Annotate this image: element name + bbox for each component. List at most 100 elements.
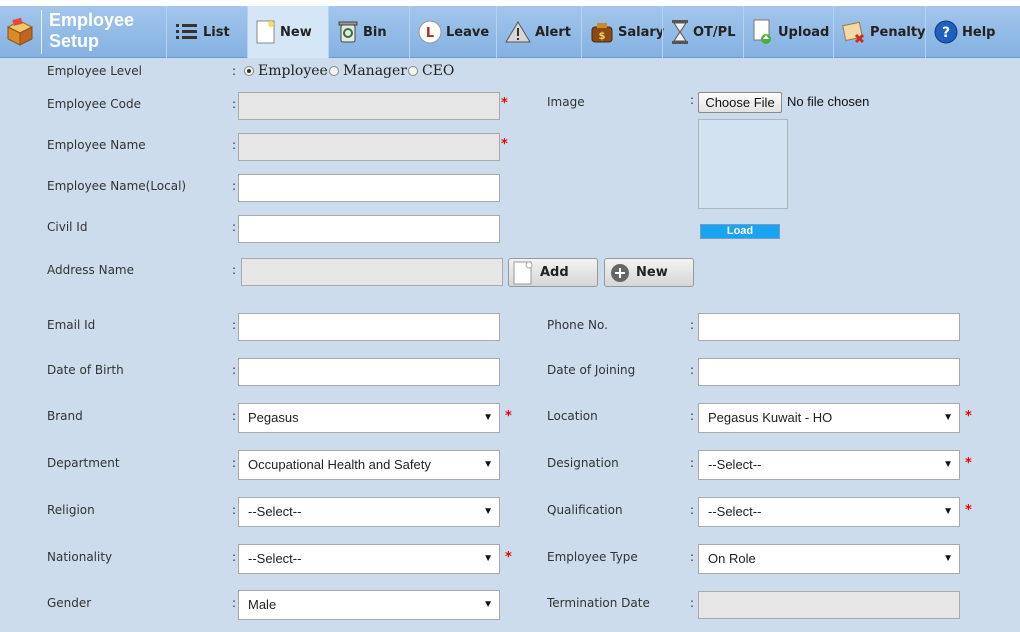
svg-text:L: L — [426, 26, 434, 41]
level-ceo-radio[interactable]: CEO — [408, 63, 454, 79]
qualification-select[interactable]: --Select-- ▼ — [698, 497, 960, 527]
required-marker: * — [505, 409, 512, 424]
money-bag-icon: $ — [591, 23, 613, 43]
civil-id-field[interactable] — [238, 215, 500, 243]
nationality-value: --Select-- — [248, 551, 302, 566]
chevron-down-icon: ▼ — [483, 412, 493, 423]
colon: : — [232, 550, 237, 564]
required-marker: * — [965, 456, 972, 471]
toolbar-salary-label: Salary — [618, 24, 665, 40]
add-button-label: Add — [540, 265, 569, 280]
location-select[interactable]: Pegasus Kuwait - HO ▼ — [698, 403, 960, 433]
toolbar-upload-button[interactable]: Upload — [743, 6, 833, 58]
toolbar-salary-button[interactable]: $ Salary — [581, 6, 665, 58]
gender-select[interactable]: Male ▼ — [238, 590, 500, 620]
app-title: Employee Setup — [41, 10, 166, 54]
colon: : — [690, 550, 695, 564]
designation-label: Designation — [547, 456, 619, 470]
employee-name-local-field[interactable] — [238, 174, 500, 202]
date-of-birth-field[interactable] — [238, 358, 500, 386]
brand-select[interactable]: Pegasus ▼ — [238, 403, 500, 433]
toolbar-alert-button[interactable]: Alert — [496, 6, 581, 58]
level-manager-radio[interactable]: Manager — [329, 63, 407, 79]
toolbar-list-label: List — [203, 24, 230, 40]
new-button-label: New — [636, 265, 668, 280]
designation-select[interactable]: --Select-- ▼ — [698, 450, 960, 480]
colon: : — [232, 138, 237, 152]
department-label: Department — [47, 456, 120, 470]
colon: : — [232, 363, 237, 377]
hourglass-icon — [672, 20, 688, 44]
toolbar-leave-button[interactable]: L Leave — [409, 6, 496, 58]
toolbar-upload-label: Upload — [778, 24, 830, 40]
colon: : — [232, 503, 237, 517]
choose-file-button[interactable]: Choose File — [698, 92, 782, 113]
chevron-down-icon: ▼ — [943, 553, 953, 564]
department-select[interactable]: Occupational Health and Safety ▼ — [238, 450, 500, 480]
add-address-button[interactable]: Add — [508, 258, 598, 287]
department-value: Occupational Health and Safety — [248, 457, 431, 472]
colon: : — [690, 93, 695, 107]
required-marker: * — [965, 409, 972, 424]
file-status-text: No file chosen — [787, 94, 870, 109]
termination-date-label: Termination Date — [547, 596, 650, 610]
colon: : — [232, 596, 237, 610]
image-label: Image — [547, 95, 585, 109]
leave-icon: L — [418, 20, 442, 44]
colon: : — [232, 64, 237, 78]
package-icon — [6, 17, 34, 46]
employee-type-select[interactable]: On Role ▼ — [698, 544, 960, 574]
toolbar-help-button[interactable]: ? Help — [925, 6, 1003, 58]
load-button[interactable]: Load — [700, 224, 780, 239]
gender-label: Gender — [47, 596, 92, 610]
colon: : — [232, 179, 237, 193]
date-of-joining-field[interactable] — [698, 358, 960, 386]
colon: : — [690, 596, 695, 610]
recycle-bin-icon — [338, 21, 358, 43]
termination-date-field[interactable] — [698, 591, 960, 619]
employee-code-label: Employee Code — [47, 97, 141, 111]
religion-select[interactable]: --Select-- ▼ — [238, 497, 500, 527]
image-preview — [698, 119, 788, 209]
colon: : — [232, 97, 237, 111]
required-marker: * — [965, 503, 972, 518]
employee-code-field[interactable] — [238, 92, 500, 120]
new-address-button[interactable]: New — [604, 258, 694, 287]
toolbar-list-button[interactable]: List — [166, 6, 247, 58]
chevron-down-icon: ▼ — [483, 459, 493, 470]
toolbar-new-button[interactable]: New — [247, 6, 328, 58]
employee-name-field[interactable] — [238, 133, 500, 161]
toolbar-otpl-button[interactable]: OT/PL — [662, 6, 743, 58]
colon: : — [232, 456, 237, 470]
colon: : — [690, 456, 695, 470]
chevron-down-icon: ▼ — [483, 506, 493, 517]
civil-id-label: Civil Id — [47, 220, 88, 234]
colon: : — [232, 318, 237, 332]
chevron-down-icon: ▼ — [483, 553, 493, 564]
new-document-icon — [513, 261, 533, 284]
chevron-down-icon: ▼ — [943, 459, 953, 470]
colon: : — [232, 220, 237, 234]
radio-unselected-icon — [329, 66, 339, 76]
address-name-field[interactable] — [241, 258, 503, 286]
email-id-field[interactable] — [238, 313, 500, 341]
toolbar-bin-label: Bin — [363, 24, 387, 40]
phone-no-field[interactable] — [698, 313, 960, 341]
level-manager-label: Manager — [343, 63, 407, 79]
brand-label: Brand — [47, 409, 83, 423]
toolbar-penalty-button[interactable]: Penalty — [833, 6, 926, 58]
required-marker: * — [505, 550, 512, 565]
date-of-joining-label: Date of Joining — [547, 363, 636, 377]
employee-name-local-label: Employee Name(Local) — [47, 179, 187, 193]
radio-selected-icon — [244, 66, 254, 76]
location-label: Location — [547, 409, 598, 423]
upload-icon — [753, 19, 771, 44]
alert-icon — [505, 21, 531, 43]
help-icon: ? — [934, 20, 958, 44]
level-employee-radio[interactable]: Employee — [244, 63, 328, 79]
nationality-select[interactable]: --Select-- ▼ — [238, 544, 500, 574]
toolbar-penalty-label: Penalty — [870, 24, 926, 40]
gender-value: Male — [248, 597, 277, 612]
toolbar-bin-button[interactable]: Bin — [328, 6, 409, 58]
toolbar-help-label: Help — [962, 24, 996, 40]
